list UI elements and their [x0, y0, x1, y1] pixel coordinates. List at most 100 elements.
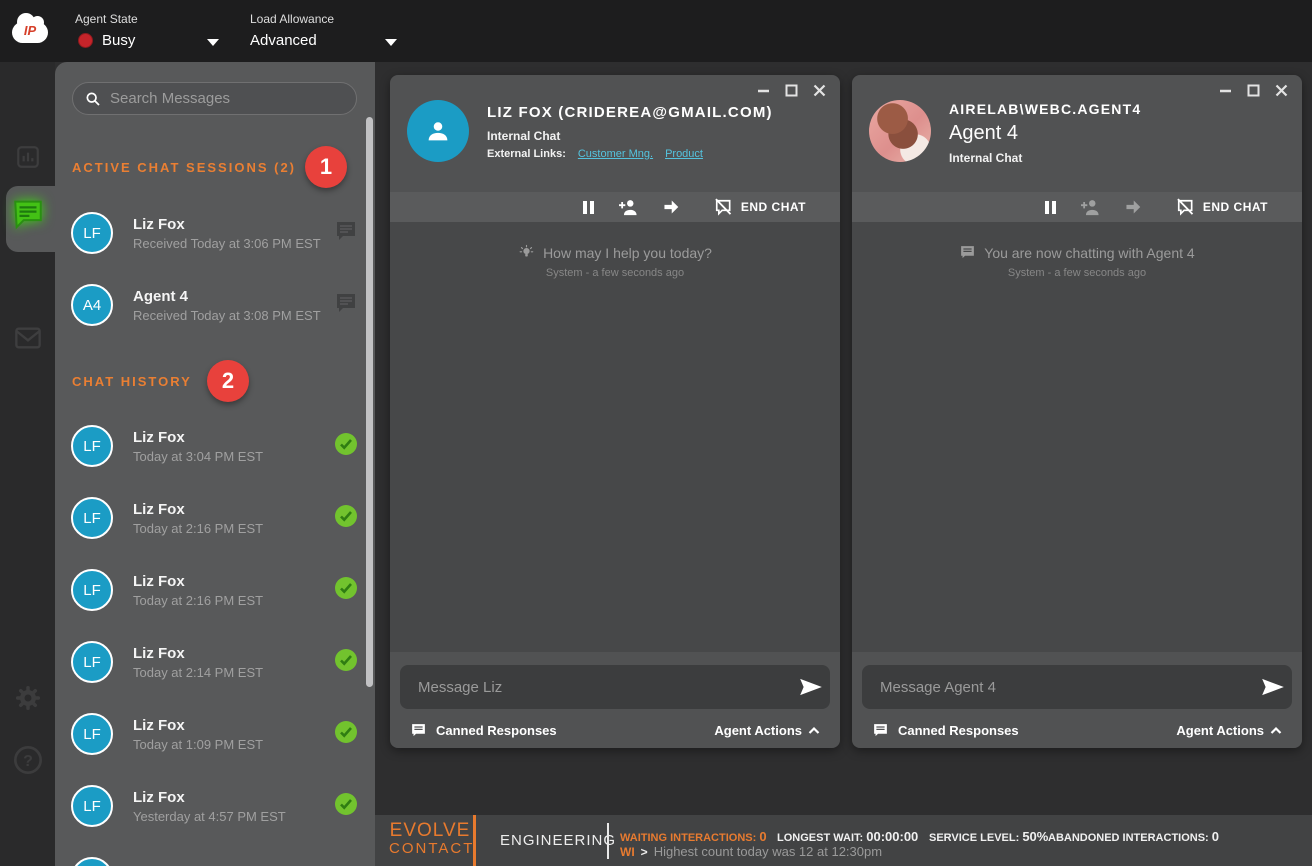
chat-icon[interactable]	[11, 196, 45, 235]
lightbulb-icon	[518, 244, 535, 261]
end-chat-button[interactable]: END CHAT	[1175, 197, 1268, 217]
chevron-down-icon[interactable]	[385, 39, 397, 46]
avatar: LF	[71, 713, 113, 755]
help-icon[interactable]: ?	[12, 744, 44, 781]
contact-title: AIRELAB\WEBC.AGENT4	[949, 101, 1141, 117]
chat-bubble-icon	[334, 219, 358, 248]
history-item[interactable]: LF Liz FoxToday at 2:14 PM EST	[71, 634, 363, 690]
load-allowance-label: Load Allowance	[250, 12, 334, 26]
canned-responses-button[interactable]: Canned Responses	[410, 722, 557, 739]
completed-check-icon	[334, 432, 358, 461]
send-icon[interactable]	[1260, 674, 1286, 705]
reports-icon[interactable]	[15, 144, 41, 175]
close-icon[interactable]	[813, 84, 826, 97]
add-participant-icon[interactable]	[617, 198, 639, 216]
agent-actions-button[interactable]: Agent Actions	[714, 723, 820, 738]
history-name: Liz Fox	[133, 789, 334, 806]
end-chat-label: END CHAT	[741, 200, 806, 214]
history-time: Today at 2:16 PM EST	[133, 521, 334, 536]
history-name: Liz Fox	[133, 429, 334, 446]
search-input[interactable]	[110, 90, 344, 107]
history-item[interactable]: LF Liz FoxToday at 3:04 PM EST	[71, 418, 363, 474]
team-name: ENGINEERING	[500, 832, 616, 849]
history-item[interactable]: LF Liz FoxToday at 2:16 PM EST	[71, 490, 363, 546]
end-chat-icon	[713, 197, 733, 217]
history-time: Today at 2:14 PM EST	[133, 665, 334, 680]
session-time: Received Today at 3:08 PM EST	[133, 308, 334, 323]
avatar: LF	[71, 212, 113, 254]
agent-state-dropdown[interactable]: Busy	[78, 32, 135, 49]
agent-actions-label: Agent Actions	[714, 723, 802, 738]
load-allowance-value: Advanced	[250, 32, 317, 49]
add-participant-icon	[1079, 198, 1101, 216]
messages-panel: ACTIVE CHAT SESSIONS (2) 1 LF Liz Fox Re…	[55, 62, 375, 866]
system-chat-icon	[959, 244, 976, 261]
hold-chat-icon[interactable]	[1045, 201, 1056, 214]
system-meta: System - a few seconds ago	[546, 267, 684, 279]
agent-state-value: Busy	[102, 32, 135, 49]
chat-message-area: You are now chatting with Agent 4 System…	[852, 222, 1302, 652]
load-allowance-dropdown[interactable]: Advanced	[250, 32, 317, 49]
history-item[interactable]: LF Liz FoxToday at 1:09 PM EST	[71, 706, 363, 762]
completed-check-icon	[334, 720, 358, 749]
waiting-interactions-ticker: WI > Highest count today was 12 at 12:30…	[620, 844, 882, 859]
ticker-separator: >	[641, 845, 648, 859]
external-link-customer-mng[interactable]: Customer Mng.	[578, 148, 653, 160]
chat-footer: Canned Responses Agent Actions	[852, 652, 1302, 748]
chat-footer: Canned Responses Agent Actions	[390, 652, 840, 748]
maximize-icon[interactable]	[1247, 84, 1260, 97]
message-input[interactable]	[400, 665, 830, 709]
avatar: LF	[71, 857, 113, 866]
system-message: You are now chatting with Agent 4	[984, 245, 1194, 261]
waiting-interactions-stat: WAITING INTERACTIONS: 0	[620, 829, 767, 844]
person-icon	[423, 116, 453, 146]
end-chat-button[interactable]: END CHAT	[713, 197, 806, 217]
chat-session-item[interactable]: A4 Agent 4 Received Today at 3:08 PM EST	[71, 277, 363, 333]
gear-icon[interactable]	[12, 682, 44, 719]
app-logo: IP	[12, 22, 48, 43]
left-icon-rail: ?	[0, 62, 55, 866]
canned-responses-label: Canned Responses	[436, 723, 557, 738]
transfer-chat-icon[interactable]	[662, 199, 680, 215]
chat-session-item[interactable]: LF Liz Fox Received Today at 3:06 PM EST	[71, 205, 363, 261]
chat-window-liz: LIZ FOX (CRIDEREA@GMAIL.COM) Internal Ch…	[390, 75, 840, 748]
history-item[interactable]: LF Liz FoxToday at 2:16 PM EST	[71, 562, 363, 618]
agent-name: Agent 4	[949, 122, 1141, 145]
canned-responses-label: Canned Responses	[898, 723, 1019, 738]
divider	[473, 815, 476, 866]
avatar: LF	[71, 569, 113, 611]
end-chat-label: END CHAT	[1203, 200, 1268, 214]
search-icon	[85, 91, 101, 107]
email-icon[interactable]	[14, 326, 42, 355]
maximize-icon[interactable]	[785, 84, 798, 97]
message-input[interactable]	[862, 665, 1292, 709]
agent-actions-button[interactable]: Agent Actions	[1176, 723, 1282, 738]
logo-line-1: EVOLVE	[389, 820, 471, 842]
history-name: Liz Fox	[133, 573, 334, 590]
chevron-up-icon	[808, 726, 820, 735]
status-bar: EVOLVE CONTACT ENGINEERING WAITING INTER…	[375, 815, 1312, 866]
history-item[interactable]: LF Liz Fox Yesterday at 4:57 PM EST	[71, 778, 363, 834]
agent-state-label: Agent State	[75, 12, 138, 26]
completed-check-icon	[334, 792, 358, 821]
hold-chat-icon[interactable]	[583, 201, 594, 214]
chevron-down-icon[interactable]	[207, 39, 219, 46]
system-meta: System - a few seconds ago	[1008, 267, 1146, 279]
history-item[interactable]: LF Liz Fox	[71, 850, 363, 866]
longest-wait-stat: LONGEST WAIT: 00:00:00	[777, 829, 918, 844]
close-icon[interactable]	[1275, 84, 1288, 97]
minimize-icon[interactable]	[1219, 84, 1232, 97]
external-link-product[interactable]: Product	[665, 148, 703, 160]
abandoned-interactions-stat: ABANDONED INTERACTIONS: 0	[1048, 829, 1219, 844]
chat-toolbar: END CHAT	[852, 192, 1302, 222]
avatar: LF	[71, 785, 113, 827]
contact-title: LIZ FOX (CRIDEREA@GMAIL.COM)	[487, 104, 773, 121]
minimize-icon[interactable]	[757, 84, 770, 97]
evolve-contact-logo: EVOLVE CONTACT	[389, 820, 471, 857]
avatar: LF	[71, 641, 113, 683]
history-time: Yesterday at 4:57 PM EST	[133, 809, 334, 824]
send-icon[interactable]	[798, 674, 824, 705]
scrollbar-thumb[interactable]	[366, 117, 373, 687]
canned-responses-button[interactable]: Canned Responses	[872, 722, 1019, 739]
history-time: Today at 1:09 PM EST	[133, 737, 334, 752]
